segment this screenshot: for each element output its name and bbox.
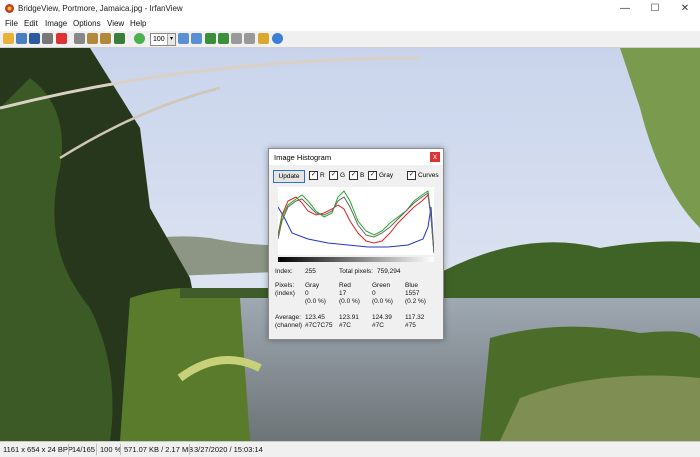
previous-icon[interactable] (205, 33, 216, 44)
dialog-title: Image Histogram (274, 153, 332, 162)
status-dimensions: 1161 x 654 x 24 BPP (3, 445, 73, 454)
next-icon[interactable] (218, 33, 229, 44)
checkbox-b[interactable]: ✓ B (349, 171, 364, 181)
checkbox-gray-label: Gray (379, 172, 394, 180)
status-size: 571.07 KB / 2.17 MB (124, 445, 194, 454)
zoom-select[interactable]: 100 ▾ (150, 33, 176, 46)
copy-icon[interactable] (87, 33, 98, 44)
menu-help[interactable]: Help (130, 19, 146, 28)
save-icon[interactable] (29, 33, 40, 44)
status-separator (96, 444, 97, 455)
menu-view[interactable]: View (107, 19, 124, 28)
histogram-plot (278, 187, 434, 255)
check-icon: ✓ (329, 171, 338, 180)
undo-icon[interactable] (114, 33, 125, 44)
menu-image[interactable]: Image (45, 19, 67, 28)
paste-icon[interactable] (100, 33, 111, 44)
print-icon[interactable] (42, 33, 53, 44)
status-index: 14/165 (72, 445, 95, 454)
zoom-value: 100 (153, 36, 165, 43)
menu-bar: File Edit Image Options View Help (0, 17, 700, 31)
dialog-title-bar: Image Histogram x (269, 149, 443, 165)
check-icon: ✓ (368, 171, 377, 180)
delete-icon[interactable] (56, 33, 67, 44)
checkbox-b-label: B (360, 172, 365, 180)
zoom-out-icon[interactable] (191, 33, 202, 44)
average-sublabel: (channel) (275, 322, 303, 329)
rotate-right-icon[interactable] (244, 33, 255, 44)
average-label: Average: (275, 314, 301, 321)
status-separator (68, 444, 69, 455)
checkbox-g[interactable]: ✓ G (329, 171, 345, 181)
checkbox-r-label: R (320, 172, 325, 180)
col-blue-pixels: 1557 (405, 290, 420, 297)
checkbox-curves-label: Curves (418, 172, 439, 180)
index-value: 255 (305, 268, 316, 275)
status-bar: 1161 x 654 x 24 BPP 14/165 100 % 571.07 … (0, 441, 700, 457)
col-gray-name: Gray (305, 282, 320, 289)
col-blue-avg: 117.32 (405, 314, 425, 321)
checkbox-curves[interactable]: ✓ Curves (407, 171, 439, 181)
checkbox-r[interactable]: ✓ R (309, 171, 325, 181)
index-label: Index: (275, 268, 293, 275)
dialog-close-button[interactable]: x (430, 152, 440, 162)
col-gray-avg: 123.45 (305, 314, 325, 321)
slideshow-icon[interactable] (16, 33, 27, 44)
total-pixels-label: Total pixels: (339, 268, 373, 275)
minimize-button[interactable]: — (610, 0, 640, 17)
col-green-name: Green (372, 282, 391, 289)
col-green-avg: 124.39 (372, 314, 392, 321)
col-gray-pixels: 0 (305, 290, 309, 297)
col-red-pixels: 17 (339, 290, 347, 297)
checkbox-g-label: G (340, 172, 346, 180)
status-datetime: 3/27/2020 / 15:03:14 (194, 445, 263, 454)
total-pixels-value: 759,294 (377, 268, 401, 275)
col-green-pixels: 0 (372, 290, 376, 297)
col-red-avg: 123.91 (339, 314, 359, 321)
zoom-in-icon[interactable] (178, 33, 189, 44)
check-icon: ✓ (309, 171, 318, 180)
maximize-button[interactable]: ☐ (640, 0, 670, 17)
pixels-sublabel: (index) (275, 290, 295, 297)
col-blue-hex: #75 (405, 322, 416, 329)
close-button[interactable]: ✕ (670, 0, 700, 17)
irfanview-icon (5, 4, 14, 13)
col-blue-pct: (0.2 %) (405, 298, 426, 305)
col-gray-hex: #7C7C75 (305, 322, 333, 329)
help-icon[interactable] (272, 33, 283, 44)
menu-edit[interactable]: Edit (24, 19, 38, 28)
col-red-hex: #7C (339, 322, 351, 329)
menu-options[interactable]: Options (73, 19, 101, 28)
rotate-left-icon[interactable] (231, 33, 242, 44)
gray-gradient-bar (278, 257, 434, 262)
col-red-pct: (0.0 %) (339, 298, 360, 305)
check-icon: ✓ (407, 171, 416, 180)
pixels-label: Pixels: (275, 282, 295, 289)
status-separator (120, 444, 121, 455)
menu-file[interactable]: File (5, 19, 18, 28)
check-icon: ✓ (349, 171, 358, 180)
status-zoom: 100 % (100, 445, 122, 454)
status-separator (189, 444, 190, 455)
chevron-down-icon: ▾ (167, 34, 175, 45)
window-title: BridgeView, Portmore, Jamaica.jpg - Irfa… (18, 4, 183, 13)
col-red-name: Red (339, 282, 351, 289)
update-button[interactable]: Update (273, 170, 305, 183)
col-green-hex: #7C (372, 322, 384, 329)
open-icon[interactable] (3, 33, 14, 44)
histogram-dialog: Image Histogram x Update ✓ R ✓ G ✓ B ✓ Gray … (268, 148, 444, 340)
toolbar: 100 ▾ (0, 31, 700, 48)
cut-icon[interactable] (74, 33, 85, 44)
info-icon[interactable] (134, 33, 145, 44)
col-blue-name: Blue (405, 282, 419, 289)
col-green-pct: (0.0 %) (372, 298, 393, 305)
checkbox-gray[interactable]: ✓ Gray (368, 171, 393, 181)
col-gray-pct: (0.0 %) (305, 298, 326, 305)
properties-icon[interactable] (258, 33, 269, 44)
title-bar: BridgeView, Portmore, Jamaica.jpg - Irfa… (0, 0, 700, 18)
